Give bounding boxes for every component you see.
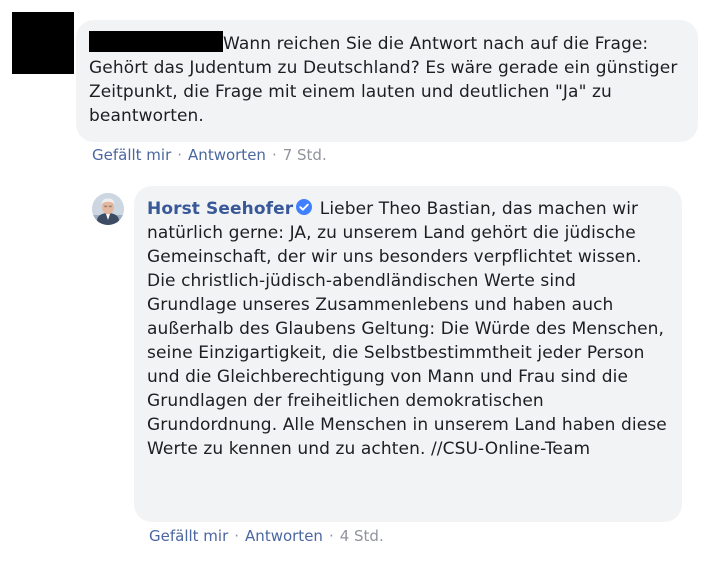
reply-link[interactable]: Antworten (188, 146, 266, 164)
verified-badge-icon (296, 199, 313, 215)
author-avatar[interactable] (92, 193, 124, 225)
separator-dot: · (234, 527, 240, 545)
reply-actions: Gefällt mir · Antworten · 4 Std. (149, 526, 384, 546)
author-name[interactable]: Horst Seehofer (147, 199, 293, 219)
like-link[interactable]: Gefällt mir (149, 527, 228, 545)
separator-dot: · (328, 527, 334, 545)
reply-link[interactable]: Antworten (245, 527, 323, 545)
person-photo-icon (92, 193, 124, 225)
separator-dot: · (271, 146, 277, 164)
like-link[interactable]: Gefällt mir (92, 146, 171, 164)
reply-timestamp[interactable]: 4 Std. (340, 527, 384, 545)
comment-actions: Gefällt mir · Antworten · 7 Std. (92, 145, 327, 165)
comment-bubble: Wann reichen Sie die Antwort nach auf di… (76, 20, 698, 142)
redacted-commenter-name (89, 31, 223, 52)
separator-dot: · (177, 146, 183, 164)
reply-text: Lieber Theo Bastian, das machen wir natü… (147, 199, 667, 459)
redacted-avatar (12, 12, 74, 74)
comment-timestamp[interactable]: 7 Std. (283, 146, 327, 164)
reply-bubble: Horst Seehofer Lieber Theo Bastian, das … (134, 186, 682, 522)
